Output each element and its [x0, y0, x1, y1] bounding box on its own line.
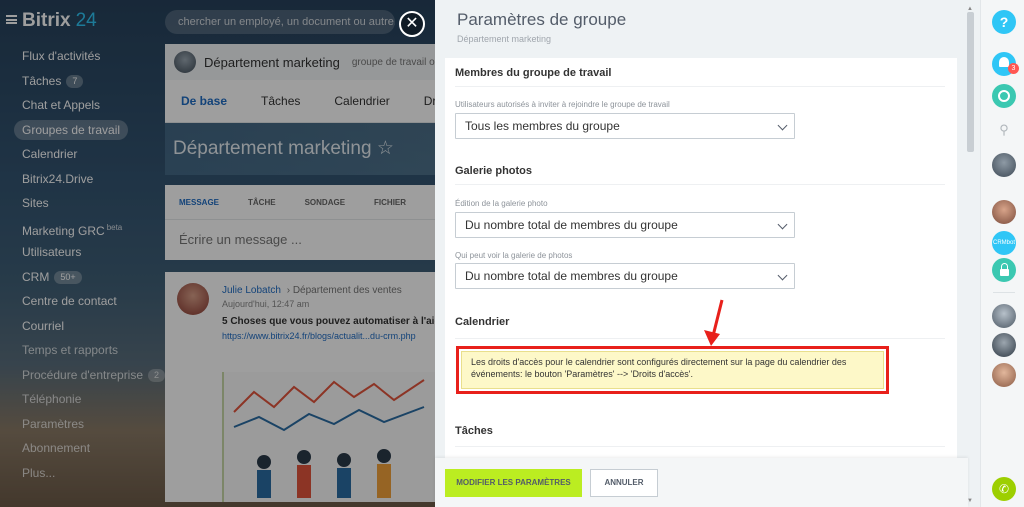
photo-edit-select[interactable]: Du nombre total de membres du groupe: [455, 212, 795, 238]
calendar-notice-text: Les droits d'accès pour le calendrier so…: [461, 351, 884, 389]
divider: [455, 184, 945, 185]
lock-icon[interactable]: [992, 258, 1016, 282]
divider: [455, 86, 945, 87]
phone-icon[interactable]: ✆: [992, 477, 1016, 501]
settings-form: Membres du groupe de travail Utilisateur…: [445, 58, 957, 462]
invite-label: Utilisateurs autorisés à inviter à rejoi…: [455, 100, 670, 109]
section-tasks-title: Tâches: [455, 425, 493, 437]
avatar[interactable]: [992, 363, 1016, 387]
invite-select-value: Tous les membres du groupe: [465, 119, 620, 133]
notification-badge: 3: [1008, 63, 1019, 74]
photo-view-select-value: Du nombre total de membres du groupe: [465, 269, 678, 283]
live-feed-icon[interactable]: [992, 84, 1016, 108]
close-icon: ✕: [405, 15, 419, 32]
overlay-shade[interactable]: [0, 0, 435, 507]
crm-bot-icon[interactable]: CRMbot: [992, 231, 1016, 255]
cancel-button[interactable]: ANNULER: [590, 469, 658, 497]
search-icon[interactable]: ⚲: [992, 118, 1016, 142]
chevron-down-icon: [777, 270, 788, 281]
section-photos-title: Galerie photos: [455, 165, 533, 177]
slider-scrollbar[interactable]: ▲ ▼: [965, 6, 975, 506]
slider-title: Paramètres de groupe: [457, 10, 627, 29]
chevron-down-icon: [777, 120, 788, 131]
avatar[interactable]: [992, 304, 1016, 328]
calendar-notice: Les droits d'accès pour le calendrier so…: [456, 346, 889, 394]
save-settings-button[interactable]: MODIFIER LES PARAMÈTRES: [445, 469, 582, 497]
help-icon[interactable]: ?: [992, 10, 1016, 34]
photo-edit-label: Édition de la galerie photo: [455, 199, 548, 208]
scroll-thumb[interactable]: [967, 12, 974, 152]
chevron-down-icon: [777, 219, 788, 230]
slider-subtitle: Département marketing: [457, 34, 552, 44]
photo-view-label: Qui peut voir la galerie de photos: [455, 251, 573, 260]
annotation-arrow-icon: [704, 299, 724, 346]
photo-view-select[interactable]: Du nombre total de membres du groupe: [455, 263, 795, 289]
avatar[interactable]: [992, 333, 1016, 357]
avatar[interactable]: [992, 200, 1016, 224]
section-members-title: Membres du groupe de travail: [455, 67, 612, 79]
divider: [455, 446, 945, 447]
avatar[interactable]: [992, 153, 1016, 177]
invite-select[interactable]: Tous les membres du groupe: [455, 113, 795, 139]
right-toolbar: ? ⚲ CRMbot ✆: [980, 0, 1024, 507]
slider-footer: MODIFIER LES PARAMÈTRES ANNULER: [435, 458, 968, 507]
photo-edit-select-value: Du nombre total de membres du groupe: [465, 218, 678, 232]
divider: [993, 292, 1015, 293]
close-slider-button[interactable]: ✕: [399, 11, 425, 37]
section-calendar-title: Calendrier: [455, 316, 510, 328]
